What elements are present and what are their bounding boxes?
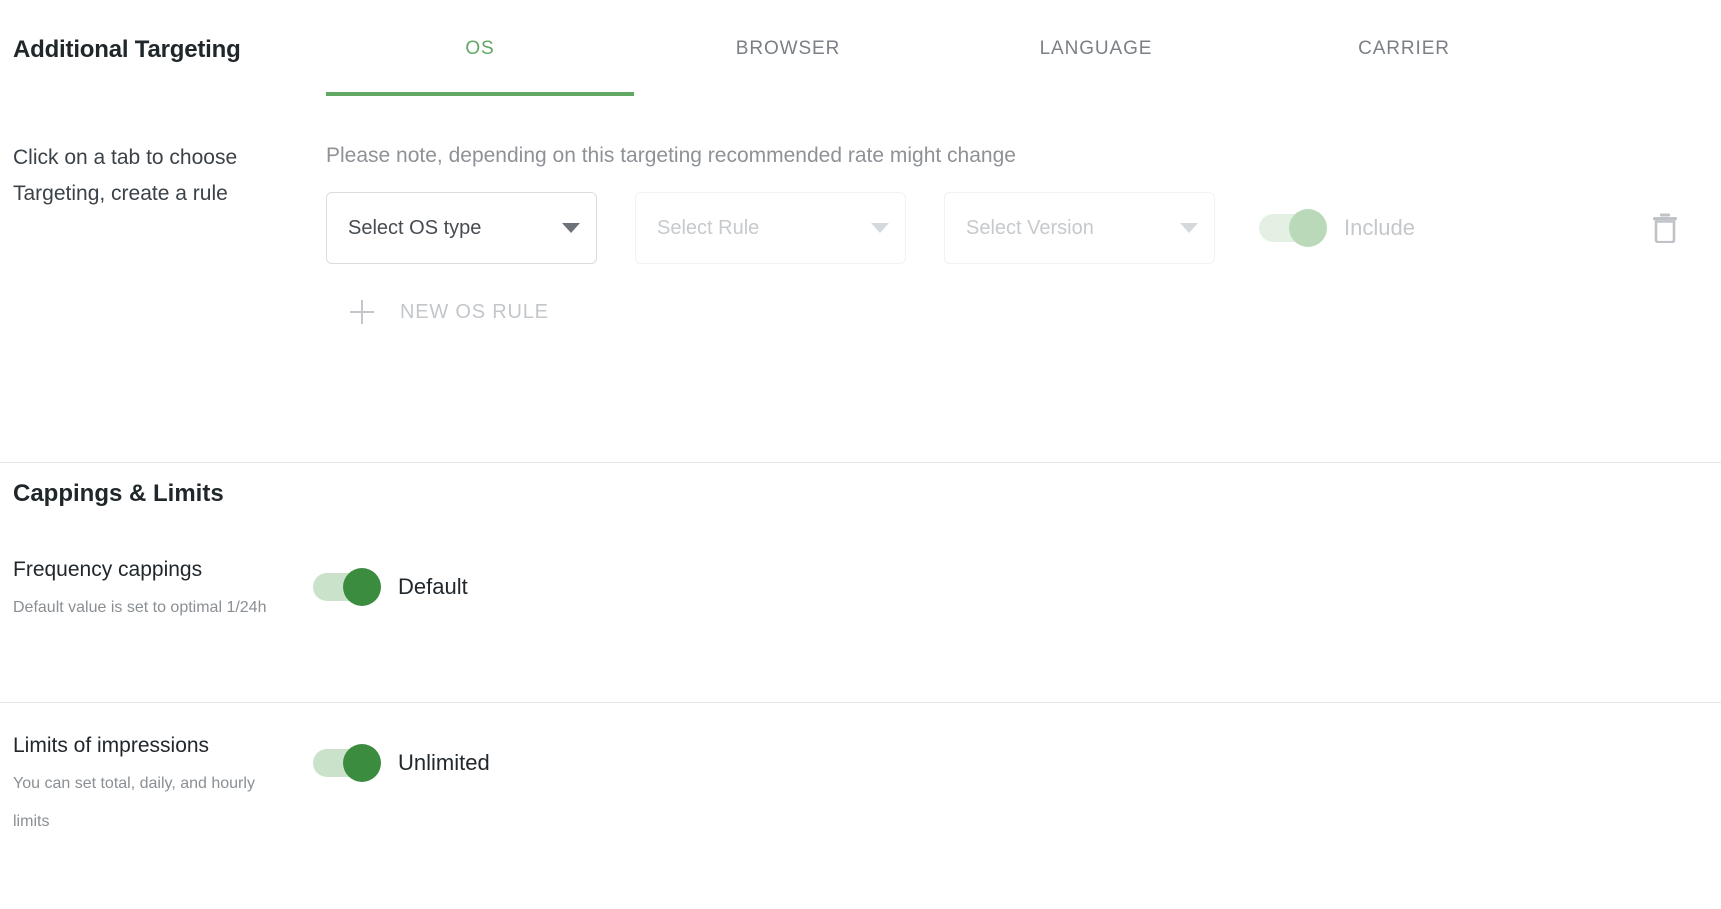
targeting-main-column: Please note, depending on this targeting…: [326, 140, 1721, 329]
chevron-down-icon: [1180, 223, 1198, 233]
limits-of-impressions-toggle-label: Unlimited: [398, 750, 490, 776]
targeting-tabs: OS BROWSER LANGUAGE CARRIER: [326, 26, 1711, 96]
tab-os-label: OS: [465, 38, 494, 60]
new-os-rule-button[interactable]: NEW OS RULE: [350, 300, 549, 324]
limits-of-impressions-description: You can set total, daily, and hourly lim…: [13, 765, 283, 841]
include-toggle-group[interactable]: Include: [1259, 214, 1415, 242]
tab-carrier-label: CARRIER: [1358, 38, 1450, 60]
limits-of-impressions-row: Limits of impressions You can set total,…: [0, 702, 1721, 852]
frequency-cappings-info: Frequency cappings Default value is set …: [0, 555, 313, 627]
select-os-type[interactable]: Select OS type: [326, 192, 597, 264]
toggle-knob: [343, 744, 381, 782]
frequency-cappings-control: Default: [313, 555, 468, 601]
limits-of-impressions-label: Limits of impressions: [13, 731, 313, 761]
plus-icon: [350, 300, 374, 324]
tab-os[interactable]: OS: [326, 26, 634, 96]
limits-of-impressions-toggle[interactable]: [313, 749, 377, 777]
os-rule-row: Select OS type Select Rule Select Versio…: [326, 190, 1721, 266]
trash-icon: [1652, 213, 1678, 243]
select-version-label: Select Version: [966, 217, 1172, 240]
new-os-rule-label: NEW OS RULE: [400, 301, 549, 324]
cappings-and-limits-section: Cappings & Limits Frequency cappings Def…: [0, 463, 1721, 852]
toggle-knob: [1289, 209, 1327, 247]
limits-of-impressions-control: Unlimited: [313, 703, 490, 777]
delete-rule-button[interactable]: [1645, 206, 1685, 250]
additional-targeting-section: Additional Targeting OS BROWSER LANGUAGE…: [0, 0, 1721, 463]
select-rule[interactable]: Select Rule: [635, 192, 906, 264]
cappings-title: Cappings & Limits: [13, 480, 224, 508]
chevron-down-icon: [562, 223, 580, 233]
tab-browser[interactable]: BROWSER: [634, 26, 942, 96]
frequency-cappings-row: Frequency cappings Default value is set …: [0, 555, 1721, 702]
frequency-cappings-description: Default value is set to optimal 1/24h: [13, 589, 283, 627]
tab-language-label: LANGUAGE: [1040, 38, 1153, 60]
select-os-type-label: Select OS type: [348, 217, 554, 240]
frequency-cappings-toggle-label: Default: [398, 574, 468, 600]
limits-of-impressions-info: Limits of impressions You can set total,…: [0, 703, 313, 841]
include-toggle[interactable]: [1259, 214, 1323, 242]
targeting-hint: Click on a tab to choose Targeting, crea…: [13, 140, 308, 212]
settings-page: Additional Targeting OS BROWSER LANGUAGE…: [0, 0, 1721, 909]
frequency-cappings-toggle[interactable]: [313, 573, 377, 601]
tab-language[interactable]: LANGUAGE: [942, 26, 1250, 96]
tab-browser-label: BROWSER: [736, 38, 840, 60]
select-version[interactable]: Select Version: [944, 192, 1215, 264]
chevron-down-icon: [871, 223, 889, 233]
targeting-note: Please note, depending on this targeting…: [326, 140, 1721, 172]
select-rule-label: Select Rule: [657, 217, 863, 240]
include-toggle-label: Include: [1344, 215, 1415, 241]
tab-carrier[interactable]: CARRIER: [1250, 26, 1558, 96]
toggle-knob: [343, 568, 381, 606]
page-title: Additional Targeting: [13, 36, 241, 64]
frequency-cappings-label: Frequency cappings: [13, 555, 313, 585]
